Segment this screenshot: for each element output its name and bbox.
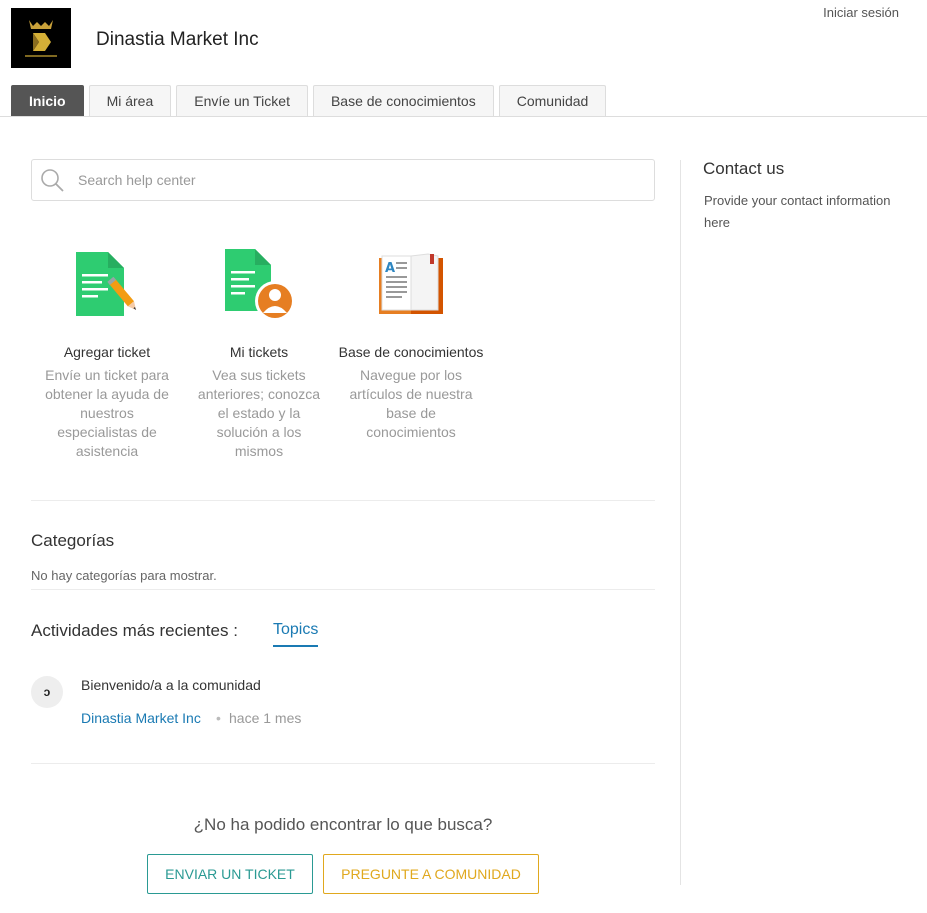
ask-community-button[interactable]: PREGUNTE A COMUNIDAD xyxy=(323,854,539,894)
search-box[interactable] xyxy=(31,159,655,201)
signin-link[interactable]: Iniciar sesión xyxy=(823,5,899,20)
tab-base-conocimientos[interactable]: Base de conocimientos xyxy=(312,85,494,116)
tabs-divider xyxy=(0,116,927,117)
sidebar-divider xyxy=(680,160,681,885)
categories-empty-text: No hay categorías para mostrar. xyxy=(31,568,217,583)
activity-title: Actividades más recientes : xyxy=(31,621,238,640)
card-title: Mi tickets xyxy=(229,344,289,360)
svg-text:A: A xyxy=(385,261,395,276)
separator-dot: • xyxy=(216,710,221,726)
tab-mi-area[interactable]: Mi área xyxy=(88,85,172,116)
avatar: ɔ xyxy=(31,676,63,708)
add-ticket-icon xyxy=(76,252,137,316)
contact-text: Provide your contact information here xyxy=(704,193,891,230)
categories-title: Categorías xyxy=(31,531,115,550)
topic-title-link[interactable]: Bienvenido/a a la comunidad xyxy=(81,677,261,693)
tab-topics[interactable]: Topics xyxy=(273,621,319,647)
main-nav-tabs: Inicio Mi área Envíe un Ticket Base de c… xyxy=(11,85,607,116)
my-tickets-icon xyxy=(225,249,295,321)
tab-inicio[interactable]: Inicio xyxy=(11,85,84,116)
section-divider xyxy=(31,763,655,764)
brand-name: Dinastia Market Inc xyxy=(96,29,259,50)
card-my-tickets[interactable]: Mi tickets Vea sus tickets anteriores; c… xyxy=(183,245,335,461)
card-description: Vea sus tickets anteriores; conozca el e… xyxy=(197,367,321,459)
contact-title: Contact us xyxy=(703,159,785,178)
section-divider xyxy=(31,589,655,590)
topic-author-link[interactable]: Dinastia Market Inc xyxy=(81,710,201,726)
card-add-ticket[interactable]: Agregar ticket Envíe un ticket para obte… xyxy=(31,245,183,461)
tab-envie-ticket[interactable]: Envíe un Ticket xyxy=(176,85,308,116)
company-logo xyxy=(11,8,71,68)
not-found-question: ¿No ha podido encontrar lo que busca? xyxy=(193,815,493,834)
quick-links: Agregar ticket Envíe un ticket para obte… xyxy=(31,245,487,461)
submit-ticket-button[interactable]: ENVIAR UN TICKET xyxy=(147,854,313,894)
card-title: Base de conocimientos xyxy=(338,344,484,360)
knowledge-base-icon: A xyxy=(379,253,443,314)
search-input[interactable] xyxy=(78,172,654,188)
section-divider xyxy=(31,500,655,501)
tab-comunidad[interactable]: Comunidad xyxy=(498,85,607,116)
card-knowledge-base[interactable]: A Base de conocimientos Navegue por los … xyxy=(335,245,487,461)
card-title: Agregar ticket xyxy=(63,344,151,360)
topic-time: hace 1 mes xyxy=(229,710,302,726)
search-icon xyxy=(41,169,64,192)
card-description: Envíe un ticket para obtener la ayuda de… xyxy=(45,367,169,459)
card-description: Navegue por los artículos de nuestra bas… xyxy=(349,367,473,440)
